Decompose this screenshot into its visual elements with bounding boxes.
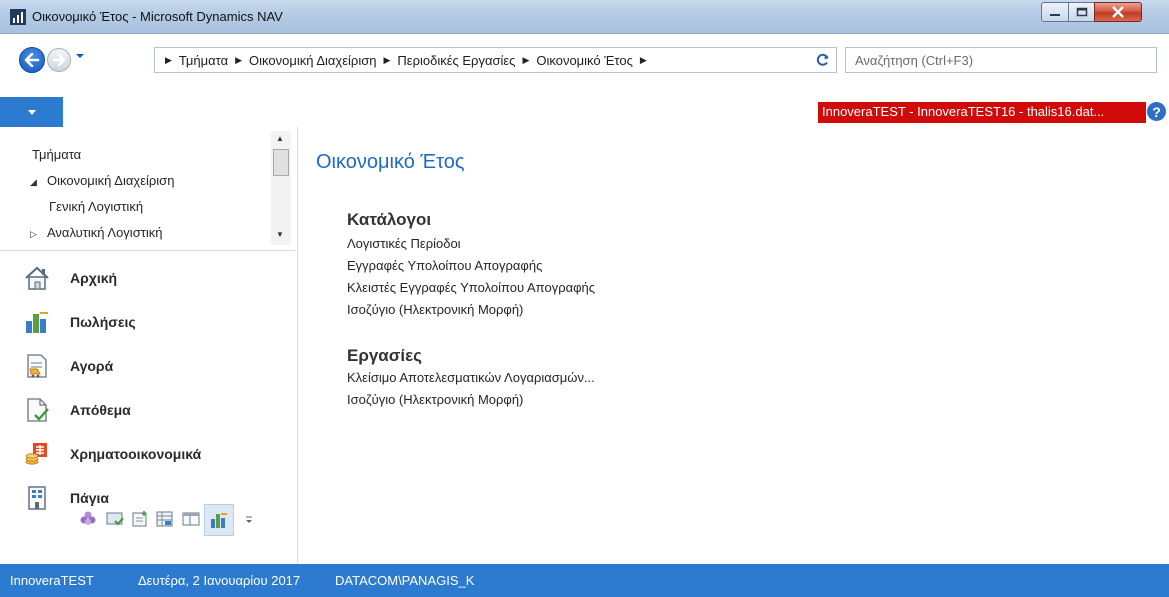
tree-item-financial-management[interactable]: ◢ Οικονομική Διαχείριση: [30, 173, 174, 188]
breadcrumb-separator-icon: ▶: [165, 55, 172, 65]
tree-item-cost-accounting[interactable]: ▷ Αναλυτική Λογιστική: [30, 225, 162, 240]
selected-mini-button[interactable]: [204, 504, 234, 536]
action-link[interactable]: Εγγραφές Υπολοίπου Απογραφής: [347, 258, 542, 273]
nav-button-label: Αγορά: [70, 358, 114, 374]
nav-button-label: Αρχική: [70, 270, 118, 286]
scroll-up-icon[interactable]: ▲: [276, 134, 284, 143]
close-icon: [1112, 6, 1124, 18]
tree-expanded-icon[interactable]: ◢: [30, 177, 47, 188]
nav-button-purchase[interactable]: Αγορά: [0, 345, 296, 389]
tree-scrollbar[interactable]: ▲ ▼: [271, 131, 291, 245]
window-title: Οικονομικό Έτος - Microsoft Dynamics NAV: [32, 9, 283, 24]
card-check-icon[interactable]: [106, 510, 124, 528]
inventory-check-icon: [27, 398, 49, 422]
maximize-icon: [1076, 7, 1087, 17]
navigation-bar: ▶ Τμήματα ▶ Οικονομική Διαχείριση ▶ Περι…: [0, 34, 1169, 97]
window-icon[interactable]: [182, 510, 200, 528]
action-link[interactable]: Ισοζύγιο (Ηλεκτρονική Μορφή): [347, 302, 523, 317]
finance-icon: [25, 443, 47, 465]
breadcrumb-separator-icon[interactable]: ▶: [522, 55, 529, 66]
action-link[interactable]: Λογιστικές Περίοδοι: [347, 236, 461, 251]
maximize-button[interactable]: [1068, 2, 1095, 22]
breadcrumb-item[interactable]: Τμήματα: [179, 53, 228, 68]
home-icon: [25, 266, 49, 290]
tree-item-departments[interactable]: Τμήματα: [32, 147, 81, 162]
sales-chart-icon: [26, 312, 48, 333]
breadcrumb: ▶ Τμήματα ▶ Οικονομική Διαχείριση ▶ Περι…: [165, 53, 654, 68]
tree-item-label: Αναλυτική Λογιστική: [47, 225, 163, 240]
department-tree: Τμήματα ◢ Οικονομική Διαχείριση Γενική Λο…: [0, 127, 296, 251]
tree-item-general-ledger[interactable]: Γενική Λογιστική: [49, 199, 143, 214]
report-grid-icon[interactable]: [156, 510, 174, 528]
nav-button-label: Χρηματοοικονομικά: [70, 446, 202, 462]
tree-item-label: Οικονομική Διαχείριση: [47, 173, 175, 188]
action-link[interactable]: Κλειστές Εγγραφές Υπολοίπου Απογραφής: [347, 280, 595, 295]
breadcrumb-separator-icon[interactable]: ▶: [640, 55, 647, 66]
navigation-pane: Τμήματα ◢ Οικονομική Διαχείριση Γενική Λο…: [0, 127, 298, 564]
search-box[interactable]: [845, 47, 1157, 73]
nav-button-home[interactable]: Αρχική: [0, 257, 296, 301]
content-area: Οικονομικό Έτος Κατάλογοι Λογιστικές Περ…: [299, 127, 1169, 564]
company-banner: InnoveraTEST - InnoveraTEST16 - thalis16…: [818, 102, 1146, 123]
breadcrumb-item[interactable]: Οικονομική Διαχείριση: [249, 53, 376, 68]
minimize-button[interactable]: [1041, 2, 1069, 22]
application-menu-button[interactable]: [0, 97, 63, 127]
status-date: Δευτέρα, 2 Ιανουαρίου 2017: [138, 573, 301, 588]
group-title-lists: Κατάλογοι: [347, 210, 432, 229]
breadcrumb-item[interactable]: Οικονομικό Έτος: [536, 53, 633, 68]
tree-collapsed-icon[interactable]: ▷: [30, 229, 47, 240]
sales-chart-icon: [211, 513, 227, 528]
minimize-icon: [1050, 14, 1060, 16]
breadcrumb-item[interactable]: Περιοδικές Εργασίες: [397, 53, 515, 68]
ribbon-strip: InnoveraTEST - InnoveraTEST16 - thalis16…: [0, 97, 1169, 127]
help-icon[interactable]: ?: [1147, 102, 1166, 121]
dynamics-nav-app-icon: [10, 9, 26, 25]
arrow-right-icon: [52, 54, 66, 66]
status-user: DATACOM\PANAGIS_K: [335, 573, 475, 588]
nav-button-finance[interactable]: Χρηματοοικονομικά: [0, 433, 296, 477]
breadcrumb-separator-icon[interactable]: ▶: [383, 55, 390, 66]
address-bar[interactable]: ▶ Τμήματα ▶ Οικονομική Διαχείριση ▶ Περι…: [154, 47, 837, 73]
forward-button[interactable]: [47, 48, 71, 72]
refresh-icon[interactable]: [816, 53, 830, 67]
more-buttons-icon[interactable]: [244, 514, 254, 526]
nav-button-sales[interactable]: Πωλήσεις: [0, 301, 296, 345]
status-company: InnoveraTEST: [10, 573, 94, 588]
nav-button-label: Πωλήσεις: [70, 314, 136, 330]
arrow-left-icon: [24, 53, 40, 67]
action-link[interactable]: Ισοζύγιο (Ηλεκτρονική Μορφή): [347, 392, 523, 407]
tree-item-label: Γενική Λογιστική: [49, 199, 144, 214]
close-button[interactable]: [1094, 2, 1142, 22]
status-bar: InnoveraTEST Δευτέρα, 2 Ιανουαρίου 2017 …: [0, 564, 1169, 597]
history-dropdown-icon[interactable]: [75, 52, 85, 60]
scroll-down-icon[interactable]: ▼: [276, 230, 284, 239]
group-title-tasks: Εργασίες: [347, 346, 423, 365]
title-bar: Οικονομικό Έτος - Microsoft Dynamics NAV: [0, 0, 1169, 34]
search-input[interactable]: [846, 48, 1156, 72]
scrollbar-thumb[interactable]: [273, 149, 289, 176]
action-link[interactable]: Κλείσιμο Αποτελεσματικών Λογαριασμών...: [347, 370, 595, 385]
chevron-down-icon: [27, 109, 36, 115]
back-button[interactable]: [19, 47, 45, 73]
collapsed-nav-buttons: [0, 500, 296, 540]
document-add-icon[interactable]: [131, 510, 149, 528]
flower-icon[interactable]: [79, 510, 97, 528]
tree-item-label: Τμήματα: [32, 147, 82, 162]
nav-button-inventory[interactable]: Απόθεμα: [0, 389, 296, 433]
purchase-document-icon: [27, 354, 47, 378]
nav-button-label: Απόθεμα: [70, 402, 131, 418]
page-title: Οικονομικό Έτος: [316, 151, 465, 173]
breadcrumb-separator-icon[interactable]: ▶: [235, 55, 242, 66]
